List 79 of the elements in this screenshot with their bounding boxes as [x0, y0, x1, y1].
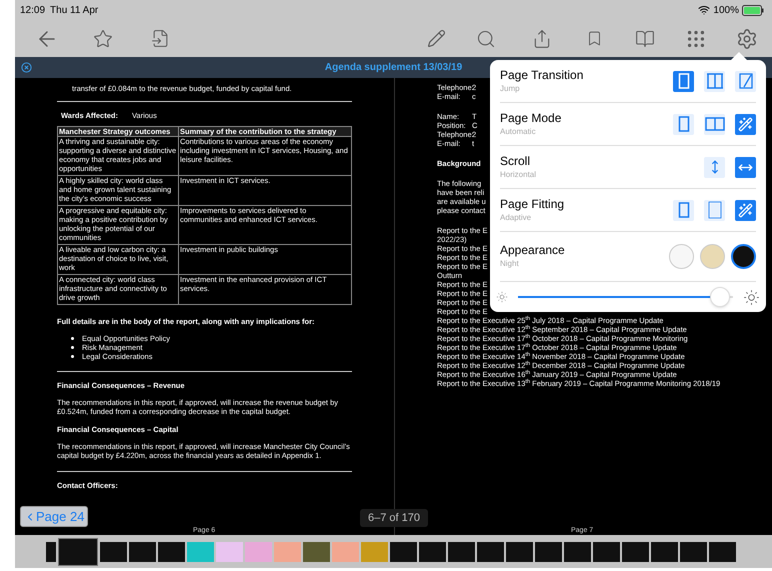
page-thumbnail[interactable]	[274, 542, 301, 562]
page-thumbnail[interactable]	[158, 542, 185, 562]
favorite-button[interactable]	[93, 28, 113, 48]
page-thumbnail[interactable]	[100, 542, 127, 562]
close-button[interactable]	[21, 62, 32, 73]
appearance-swatch[interactable]	[700, 244, 725, 269]
bullet-icon	[71, 337, 74, 340]
page-thumbnail[interactable]	[564, 542, 591, 562]
setting-title: Appearance	[500, 243, 566, 258]
status-date: Thu 11 Apr	[50, 4, 98, 18]
setting-title: Page Fitting	[500, 196, 566, 212]
appearance-swatch[interactable]	[731, 244, 756, 269]
setting-option-button[interactable]	[704, 114, 725, 134]
page-thumbnail[interactable]	[622, 542, 649, 562]
page-thumbnail[interactable]	[709, 542, 736, 562]
slide-pages-icon	[706, 73, 724, 89]
page-thumbnail[interactable]	[506, 542, 533, 562]
setting-option-button[interactable]	[704, 200, 725, 220]
page-thumbnail[interactable]	[390, 542, 417, 562]
page-thumbnail[interactable]	[448, 542, 475, 562]
setting-value: Adaptive	[500, 212, 532, 224]
status-time: 12:09	[20, 4, 46, 18]
pencil-button[interactable]	[427, 29, 446, 48]
page-counter: 6–7 of 170	[360, 509, 428, 527]
brightness-slider[interactable]	[518, 287, 733, 307]
setting-option-button[interactable]	[735, 70, 756, 92]
page-curl-icon	[738, 73, 752, 89]
setting-option-button[interactable]	[735, 156, 756, 178]
page-icon	[678, 202, 690, 218]
page-thumbnail[interactable]	[332, 542, 359, 562]
battery-percent: 100%	[713, 4, 739, 18]
setting-option-button[interactable]	[704, 70, 725, 92]
setting-option-button[interactable]	[673, 70, 694, 92]
page-thumbnail[interactable]	[535, 542, 562, 562]
page-thumbnail[interactable]	[361, 542, 388, 562]
page-thumbnail[interactable]	[593, 542, 620, 562]
page-thumbnail[interactable]	[419, 542, 446, 562]
export-button[interactable]	[151, 29, 170, 48]
page-thumbnail[interactable]	[187, 542, 214, 562]
bullet-icon	[71, 346, 74, 349]
brightness-high-icon	[743, 288, 760, 306]
page-thumbnail[interactable]	[129, 542, 156, 562]
setting-option-button[interactable]	[704, 156, 725, 178]
setting-value: Horizontal	[500, 168, 538, 180]
brightness-low-icon	[496, 291, 508, 303]
page-thumbnail[interactable]	[245, 542, 272, 562]
magic-wand-icon	[738, 202, 753, 218]
back-to-page-button[interactable]: Page 24	[20, 506, 88, 527]
setting-title: Scroll	[500, 154, 532, 168]
book-button[interactable]	[635, 28, 655, 48]
page-thumbnail[interactable]	[477, 542, 504, 562]
settings-button[interactable]	[736, 28, 758, 50]
page-outline-icon	[708, 201, 722, 219]
setting-option-button[interactable]	[673, 200, 694, 220]
setting-option-button[interactable]	[735, 114, 756, 134]
document-title: Agenda supplement 13/03/19	[324, 61, 462, 75]
page-icon	[678, 73, 690, 89]
two-pages-icon	[704, 117, 724, 131]
setting-value: Automatic	[500, 126, 537, 138]
search-button[interactable]	[476, 28, 496, 48]
page-thumbnail[interactable]	[303, 542, 330, 562]
appearance-swatch[interactable]	[669, 244, 694, 269]
page-thumbnail[interactable]	[680, 542, 707, 562]
share-button[interactable]	[532, 28, 552, 48]
page-icon	[678, 116, 690, 132]
setting-title: Page Mode	[500, 110, 562, 126]
bullet-icon	[71, 355, 74, 358]
page-thumbnail[interactable]	[58, 538, 98, 566]
setting-value: Night	[500, 258, 520, 270]
battery-icon	[742, 4, 764, 16]
setting-option-button[interactable]	[673, 114, 694, 134]
setting-option-button[interactable]	[735, 200, 756, 220]
page-thumbnail[interactable]	[216, 542, 243, 562]
setting-value: Jump	[500, 82, 521, 94]
bookmark-button[interactable]	[586, 30, 603, 47]
page-thumbnail[interactable]	[651, 542, 678, 562]
magic-wand-icon	[738, 116, 753, 132]
setting-title: Page Transition	[500, 68, 584, 82]
page-thumbnail[interactable]	[46, 542, 56, 562]
